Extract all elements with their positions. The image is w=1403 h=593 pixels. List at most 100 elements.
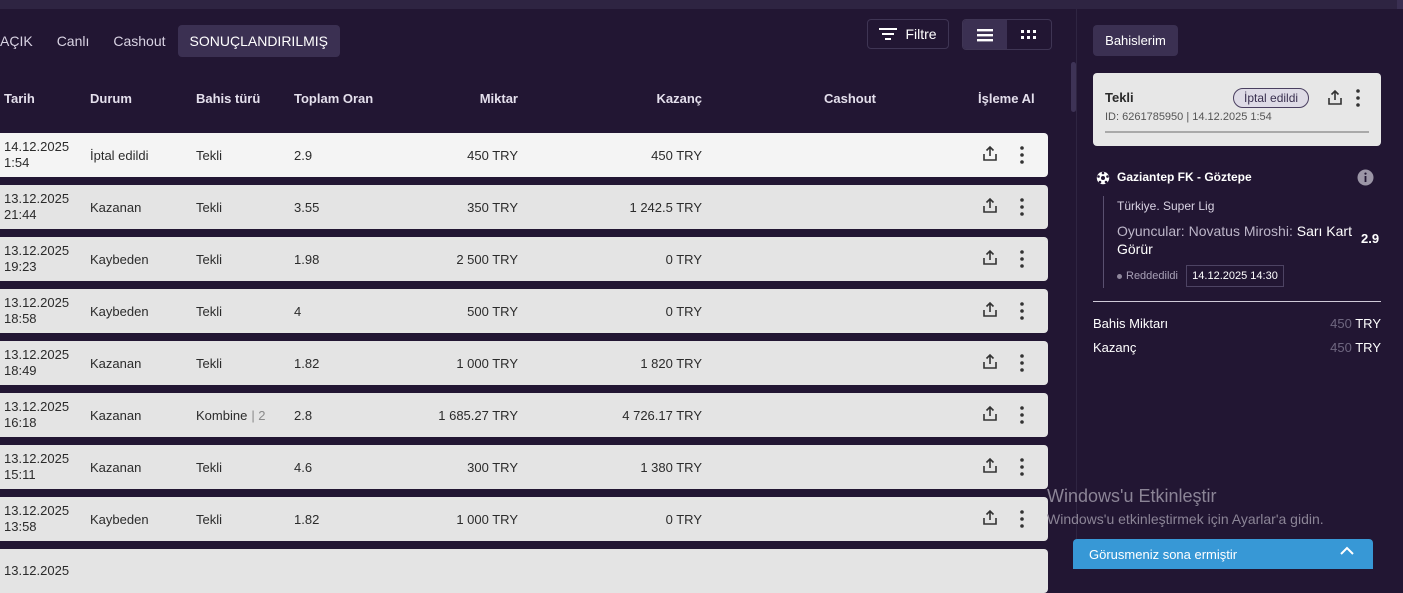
- row-datetime: 13.12.2025 16:18: [4, 393, 69, 437]
- win-row: Kazanç 450 TRY: [1093, 340, 1381, 355]
- row-status: Kaybeden: [90, 303, 149, 319]
- more-icon[interactable]: [1351, 88, 1365, 108]
- row-status: Kaybeden: [90, 251, 149, 267]
- list-view-button[interactable]: [963, 20, 1007, 49]
- table-row[interactable]: 13.12.2025: [0, 549, 1048, 593]
- row-date: 13.12.2025: [4, 295, 70, 310]
- row-datetime: 13.12.2025 13:58: [4, 497, 69, 541]
- bet-detail-card[interactable]: Tekli ID: 6261785950 | 14.12.2025 1:54: [1093, 73, 1381, 146]
- match-name[interactable]: Gaziantep FK - Göztepe: [1117, 170, 1252, 184]
- football-icon: [1096, 171, 1110, 185]
- row-odds: 1.98: [294, 251, 320, 267]
- tab-cashout[interactable]: Cashout: [101, 25, 177, 57]
- table-row[interactable]: 13.12.2025 21:44 Kazanan Tekli 3.55 350 TRY 1 …: [0, 185, 1048, 229]
- table-row[interactable]: 13.12.2025 15:11 Kazanan Tekli 4.6 300 TRY 1 3…: [0, 445, 1048, 489]
- row-amount: 2 500 TRY: [456, 251, 518, 267]
- row-win: 4 726.17 TRY: [622, 407, 702, 423]
- row-time: 18:49: [4, 363, 37, 378]
- more-icon[interactable]: [1015, 249, 1035, 269]
- row-type: Kombine | 2: [196, 393, 266, 437]
- share-icon[interactable]: [1326, 89, 1344, 107]
- row-status: Kaybeden: [90, 511, 149, 527]
- row-time: 1:54: [4, 155, 30, 170]
- col-type[interactable]: Bahis türü: [196, 91, 260, 106]
- row-type-label: Tekli: [196, 511, 223, 527]
- more-icon[interactable]: [1015, 353, 1035, 373]
- more-icon[interactable]: [1015, 405, 1035, 425]
- row-datetime: 13.12.2025: [4, 549, 69, 593]
- row-type: Tekli: [196, 289, 226, 333]
- table-row[interactable]: 13.12.2025 19:23 Kaybeden Tekli 1.98 2 500 TR…: [0, 237, 1048, 281]
- chat-widget[interactable]: Görusmeniz sona ermiştir: [1073, 539, 1373, 569]
- row-win: 0 TRY: [665, 303, 702, 319]
- col-odds[interactable]: Toplam Oran: [294, 91, 373, 106]
- row-datetime: 13.12.2025 21:44: [4, 185, 69, 229]
- row-datetime: 14.12.2025 1:54: [4, 133, 69, 177]
- bet-card-progress: [1105, 131, 1369, 133]
- win-value: 450: [1330, 340, 1352, 355]
- table-row[interactable]: 14.12.2025 1:54 İptal edildi Tekli 2.9 450 TR…: [0, 133, 1048, 177]
- col-date[interactable]: Tarih: [4, 91, 35, 106]
- row-type-label: Tekli: [196, 199, 223, 215]
- table-row[interactable]: 13.12.2025 16:18 Kazanan Kombine | 2 2.8 1 685…: [0, 393, 1048, 437]
- share-icon[interactable]: [981, 457, 1001, 477]
- more-icon[interactable]: [1015, 145, 1035, 165]
- tab-open[interactable]: AÇIK: [0, 25, 45, 57]
- row-type-label: Kombine: [196, 407, 248, 423]
- share-icon[interactable]: [981, 301, 1001, 321]
- row-time: 15:11: [4, 467, 36, 482]
- row-status: Kazanan: [90, 199, 142, 215]
- row-type-label: Tekli: [196, 355, 223, 371]
- row-win: 1 242.5 TRY: [629, 199, 702, 215]
- row-amount: 1 000 TRY: [456, 511, 518, 527]
- grid-view-icon: [1021, 29, 1036, 39]
- row-amount: 500 TRY: [467, 303, 518, 319]
- col-cashout[interactable]: Cashout: [824, 91, 876, 106]
- chevron-up-icon[interactable]: [1339, 545, 1355, 557]
- row-time: 16:18: [4, 415, 37, 430]
- more-icon[interactable]: [1015, 301, 1035, 321]
- row-type: [196, 549, 200, 593]
- row-status: Kazanan: [90, 459, 142, 475]
- more-icon[interactable]: [1015, 457, 1035, 477]
- tab-settled[interactable]: SONUÇLANDIRILMIŞ: [177, 25, 340, 57]
- col-action[interactable]: İşleme Al: [978, 91, 1035, 106]
- table-row[interactable]: 13.12.2025 18:49 Kazanan Tekli 1.82 1 000 TRY…: [0, 341, 1048, 385]
- col-status[interactable]: Durum: [90, 91, 132, 106]
- selection-line: [1103, 196, 1104, 288]
- share-icon[interactable]: [981, 405, 1001, 425]
- row-datetime: 13.12.2025 19:23: [4, 237, 69, 281]
- row-amount: 1 685.27 TRY: [438, 407, 518, 423]
- more-icon[interactable]: [1015, 197, 1035, 217]
- league-name: Türkiye. Super Lig: [1117, 199, 1215, 213]
- row-type-count: | 2: [251, 407, 266, 423]
- row-amount: 350 TRY: [467, 199, 518, 215]
- row-amount: 450 TRY: [467, 147, 518, 163]
- more-icon[interactable]: [1015, 509, 1035, 529]
- table-row[interactable]: 13.12.2025 18:58 Kaybeden Tekli 4 500 TRY 0 TR…: [0, 289, 1048, 333]
- activation-watermark-title: Windows'u Etkinleştir: [1047, 486, 1217, 506]
- filter-button[interactable]: Filtre: [867, 19, 949, 49]
- info-icon[interactable]: [1357, 169, 1374, 186]
- col-win[interactable]: Kazanç: [582, 91, 702, 106]
- col-amount[interactable]: Miktar: [418, 91, 518, 106]
- share-icon[interactable]: [981, 353, 1001, 373]
- tab-live[interactable]: Canlı: [45, 25, 102, 57]
- row-win: 1 820 TRY: [640, 355, 702, 371]
- status-dot: [1117, 273, 1122, 279]
- share-icon[interactable]: [981, 145, 1001, 165]
- share-icon[interactable]: [981, 509, 1001, 529]
- share-icon[interactable]: [981, 249, 1001, 269]
- share-icon[interactable]: [981, 197, 1001, 217]
- row-type-label: Tekli: [196, 303, 223, 319]
- row-win: 0 TRY: [665, 511, 702, 527]
- row-date: 13.12.2025: [4, 451, 70, 466]
- chat-label: Görusmeniz sona ermiştir: [1089, 547, 1238, 562]
- my-bets-tab[interactable]: Bahislerim: [1093, 25, 1178, 56]
- stake-value: 450: [1330, 316, 1352, 331]
- grid-view-button[interactable]: [1007, 20, 1051, 49]
- bet-card-title: Tekli: [1105, 90, 1134, 105]
- filter-label: Filtre: [905, 26, 937, 42]
- top-strip-accent: [1397, 0, 1403, 9]
- table-row[interactable]: 13.12.2025 13:58 Kaybeden Tekli 1.82 1 000 TR…: [0, 497, 1048, 541]
